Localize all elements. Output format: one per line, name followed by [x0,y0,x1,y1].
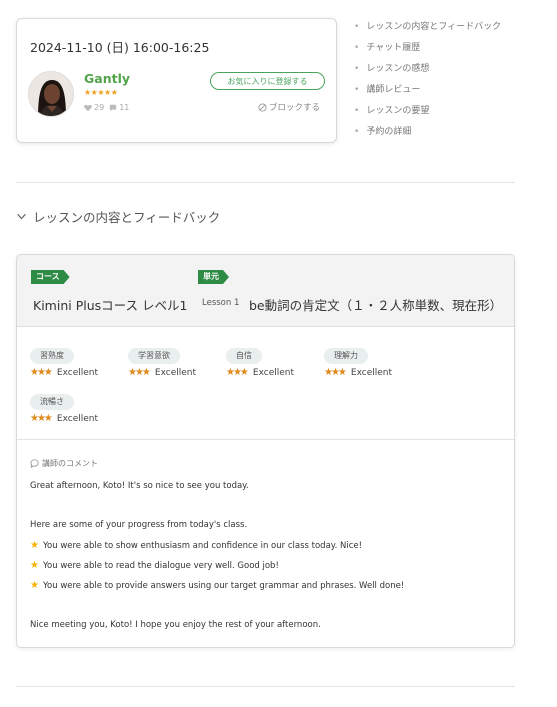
skill-rating: 流暢さ ★★★ Excellent [30,389,98,424]
skill-name: 習熟度 [30,348,74,364]
star-icon: ★ [30,540,39,551]
skill-rating: 習熟度 ★★★ Excellent [30,343,98,378]
course-name: Kimini Plusコース レベル1 [33,298,188,313]
comments-stat: 11 [109,103,129,112]
teacher-name[interactable]: Gantly [84,71,130,86]
lesson-number: Lesson 1 [202,298,240,308]
skill-stars: ★★★ [30,413,53,424]
add-favorite-button[interactable]: お気に入りに登録する [210,72,325,90]
comment-icon [109,104,117,111]
toc-item-teacher-review[interactable]: • 講師レビュー [354,83,554,104]
comment-closing: Nice meeting you, Koto! I hope you enjoy… [30,620,321,630]
bullet-icon: • [354,22,360,32]
bullet-icon: • [354,43,360,53]
bullet-icon: • [354,106,360,116]
skill-name: 学習意欲 [128,348,180,364]
section-divider [16,182,515,183]
course-header: コース 単元 Kimini Plusコース レベル1 Lesson 1 be動詞… [17,255,514,327]
toc-item-label: レッスンの要望 [366,106,430,116]
toc-item-booking-details[interactable]: • 予約の詳細 [354,125,554,146]
heart-icon [84,104,92,111]
section-divider [16,686,515,687]
toc-item-requests[interactable]: • レッスンの要望 [354,104,554,125]
block-link-label: ブロックする [268,103,320,113]
comment-point: ★ You were able to provide answers using… [30,580,404,591]
skill-name: 自信 [226,348,262,364]
bullet-icon: • [354,127,360,137]
skill-level: Excellent [56,413,99,424]
teacher-stats: 29 11 [84,103,129,112]
skill-stars: ★★★ [30,367,53,378]
comment-point: ★ You were able to show enthusiasm and c… [30,540,362,551]
comment-point-text: You were able to read the dialogue very … [42,560,279,571]
comment-point-text: You were able to show enthusiasm and con… [42,540,363,551]
skill-stars: ★★★ [226,367,249,378]
block-teacher-link[interactable]: ブロックする [258,101,320,113]
block-icon [258,102,267,112]
skill-level: Excellent [154,367,197,378]
teacher-rating-stars: ★★★★★ [84,88,118,97]
page-toc: • レッスンの内容とフィードバック • チャット履歴 • レッスンの感想 • 講師レビュ… [354,20,554,146]
feedback-section-toggle[interactable]: レッスンの内容とフィードバック [16,207,220,226]
teacher-avatar[interactable] [28,71,74,117]
skill-rating: 理解力 ★★★ Excellent [324,343,392,378]
teacher-photo [29,72,73,116]
toc-item-label: レッスンの内容とフィードバック [366,22,502,32]
likes-stat: 29 [84,103,104,112]
skill-stars: ★★★ [324,367,347,378]
lesson-summary-card: 2024-11-10 (日) 16:00-16:25 Gantly ★★★★★ … [16,18,337,143]
toc-item-impressions[interactable]: • レッスンの感想 [354,62,554,83]
comment-intro: Here are some of your progress from toda… [30,520,248,530]
bullet-icon: • [354,64,360,74]
toc-item-label: チャット履歴 [366,43,421,53]
skill-stars: ★★★ [128,367,151,378]
skill-name: 理解力 [324,348,368,364]
toc-item-chat-history[interactable]: • チャット履歴 [354,41,554,62]
feedback-card: コース 単元 Kimini Plusコース レベル1 Lesson 1 be動詞… [16,254,515,648]
skill-level: Excellent [252,367,295,378]
chevron-down-icon [17,213,26,220]
skill-rating: 学習意欲 ★★★ Excellent [128,343,196,378]
lesson-datetime: 2024-11-10 (日) 16:00-16:25 [30,40,210,55]
teacher-comment-label: 講師のコメント [30,458,98,469]
speech-bubble-icon [30,459,39,468]
skill-name: 流暢さ [30,394,74,410]
comment-label-text: 講師のコメント [42,459,98,468]
star-icon: ★ [30,560,39,571]
course-tag: コース [31,270,70,284]
comments-count: 11 [119,103,130,112]
toc-item-feedback[interactable]: • レッスンの内容とフィードバック [354,20,554,41]
skill-level: Excellent [350,367,393,378]
comment-point: ★ You were able to read the dialogue ver… [30,560,279,571]
comment-divider [17,439,514,440]
section-title: レッスンの内容とフィードバック [33,210,221,225]
skill-rating: 自信 ★★★ Excellent [226,343,294,378]
toc-item-label: 講師レビュー [366,85,421,95]
likes-count: 29 [94,103,105,112]
toc-item-label: レッスンの感想 [366,64,430,74]
comment-point-text: You were able to provide answers using o… [42,580,405,591]
comment-greeting: Great afternoon, Koto! It's so nice to s… [30,481,249,491]
unit-tag: 単元 [198,270,229,284]
star-icon: ★ [30,580,39,591]
skill-level: Excellent [56,367,99,378]
unit-name: be動詞の肯定文（１・２人称単数、現在形） [249,298,503,313]
bullet-icon: • [354,85,360,95]
toc-item-label: 予約の詳細 [366,127,412,137]
